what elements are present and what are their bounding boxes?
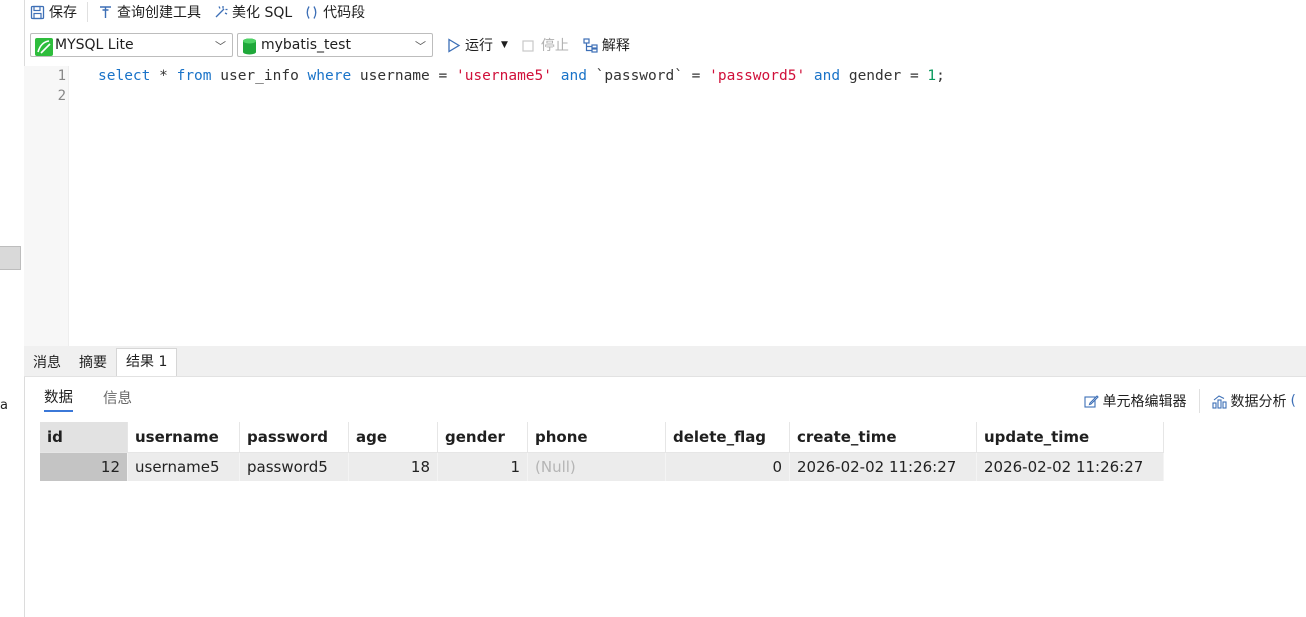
column-header-gender[interactable]: gender	[437, 422, 528, 453]
actions-divider	[1198, 389, 1200, 413]
code-line-1: select * from user_info where username =…	[69, 66, 1306, 86]
beautify-sql-button[interactable]: 美化 SQL	[207, 1, 298, 23]
line-number: 1	[57, 68, 66, 84]
token: username =	[351, 68, 456, 84]
stop-icon	[522, 38, 537, 53]
result-tabs: 消息 摘要 结果 1	[24, 346, 1306, 377]
run-label: 运行	[465, 38, 493, 54]
cell-editor-label: 单元格编辑器	[1102, 394, 1187, 410]
explain-icon	[583, 37, 598, 53]
cell-age[interactable]: 18	[348, 452, 438, 481]
column-header-delete-flag[interactable]: delete_flag	[665, 422, 790, 453]
string-literal: 'password5'	[709, 68, 806, 84]
cell-delete-flag[interactable]: 0	[665, 452, 790, 481]
line-number: 2	[57, 88, 66, 104]
query-builder-button[interactable]: 查询创建工具	[92, 1, 207, 23]
cell-phone[interactable]: (Null)	[527, 452, 666, 481]
run-dropdown-icon[interactable]: ▼	[501, 40, 508, 50]
header-row: id username password age gender phone de…	[40, 422, 1164, 453]
left-text-fragment: a	[0, 398, 8, 413]
code-area[interactable]: select * from user_info where username =…	[69, 66, 1306, 346]
database-icon	[242, 38, 257, 54]
sql-editor[interactable]: 1 2 select * from user_info where userna…	[24, 66, 1306, 346]
table-row[interactable]: 12 username5 password5 18 1 (Null) 0 202…	[40, 452, 1164, 481]
number-literal: 1	[927, 68, 937, 84]
keyword-where: where	[307, 68, 352, 84]
database-value: mybatis_test	[261, 37, 351, 53]
keyword-and: and	[552, 68, 596, 84]
keyword-select: select	[98, 68, 151, 84]
left-scroll-thumb[interactable]	[0, 246, 21, 270]
result-actions: 单元格编辑器 数据分析 (	[1083, 389, 1296, 413]
edit-icon	[1083, 394, 1099, 409]
column-header-username[interactable]: username	[127, 422, 240, 453]
toolbar-divider	[87, 2, 88, 22]
stop-label: 停止	[540, 38, 569, 54]
column-header-password[interactable]: password	[239, 422, 349, 453]
left-panel-strip: a	[0, 0, 25, 617]
database-select[interactable]: mybatis_test ﹀	[237, 33, 433, 57]
column-header-create-time[interactable]: create_time	[789, 422, 977, 453]
connection-toolbar: MYSQL Lite ﹀ mybatis_test ﹀ 运行 ▼ 停止 解释	[24, 31, 1306, 59]
subtab-info[interactable]: 信息	[103, 387, 132, 411]
cell-id[interactable]: 12	[40, 452, 128, 481]
keyword-and: and	[805, 68, 849, 84]
analysis-chart-icon	[1211, 394, 1227, 409]
column-header-update-time[interactable]: update_time	[976, 422, 1164, 453]
cell-username[interactable]: username5	[127, 452, 240, 481]
data-analysis-button[interactable]: 数据分析 (	[1211, 391, 1296, 411]
keyword-from: from	[176, 68, 212, 84]
query-builder-icon	[98, 5, 113, 20]
line-number-gutter: 1 2	[24, 66, 69, 346]
token: gender =	[848, 68, 928, 84]
beautify-sql-label: 美化 SQL	[232, 5, 293, 21]
tab-result-1[interactable]: 结果 1	[116, 348, 178, 376]
chevron-down-icon: ﹀	[215, 40, 226, 53]
code-snippet-label: 代码段	[323, 5, 366, 21]
stop-button[interactable]: 停止	[517, 34, 574, 56]
tab-messages[interactable]: 消息	[24, 350, 70, 376]
save-button[interactable]: 保存	[24, 1, 83, 23]
cell-password[interactable]: password5	[239, 452, 349, 481]
connection-select[interactable]: MYSQL Lite ﹀	[30, 33, 233, 57]
overflow-bracket-icon: (	[1290, 393, 1296, 409]
column-header-phone[interactable]: phone	[527, 422, 666, 453]
data-analysis-label: 数据分析	[1230, 394, 1287, 410]
subtab-data[interactable]: 数据	[44, 386, 73, 412]
cell-create-time[interactable]: 2026-02-02 11:26:27	[789, 452, 977, 481]
token: *	[150, 68, 177, 84]
cell-editor-button[interactable]: 单元格编辑器	[1083, 391, 1187, 411]
save-label: 保存	[49, 5, 77, 21]
query-builder-label: 查询创建工具	[117, 5, 201, 21]
token: `password` =	[595, 68, 710, 84]
chevron-down-icon: ﹀	[415, 40, 426, 53]
result-grid[interactable]: id username password age gender phone de…	[40, 422, 1164, 481]
code-snippet-button[interactable]: 代码段	[298, 1, 371, 23]
column-header-id[interactable]: id	[40, 422, 128, 453]
token: ;	[936, 68, 945, 84]
run-button[interactable]: 运行 ▼	[441, 34, 513, 56]
parentheses-icon	[304, 5, 319, 20]
explain-button[interactable]: 解释	[578, 34, 635, 56]
save-icon	[30, 5, 45, 20]
table-name: user_info	[211, 68, 308, 84]
string-literal: 'username5'	[455, 68, 552, 84]
cell-gender[interactable]: 1	[437, 452, 528, 481]
column-header-age[interactable]: age	[348, 422, 438, 453]
explain-label: 解释	[601, 38, 630, 54]
play-icon	[446, 37, 461, 53]
cell-update-time[interactable]: 2026-02-02 11:26:27	[976, 452, 1164, 481]
result-subbar: 数据 信息 单元格编辑器 数据分析 (	[24, 378, 1306, 420]
connection-value: MYSQL Lite	[55, 37, 134, 53]
main-toolbar: 保存 查询创建工具 美化 SQL 代码段	[24, 0, 1306, 24]
connection-icon	[35, 37, 53, 56]
tab-summary[interactable]: 摘要	[70, 350, 116, 376]
magic-wand-icon	[213, 5, 228, 20]
